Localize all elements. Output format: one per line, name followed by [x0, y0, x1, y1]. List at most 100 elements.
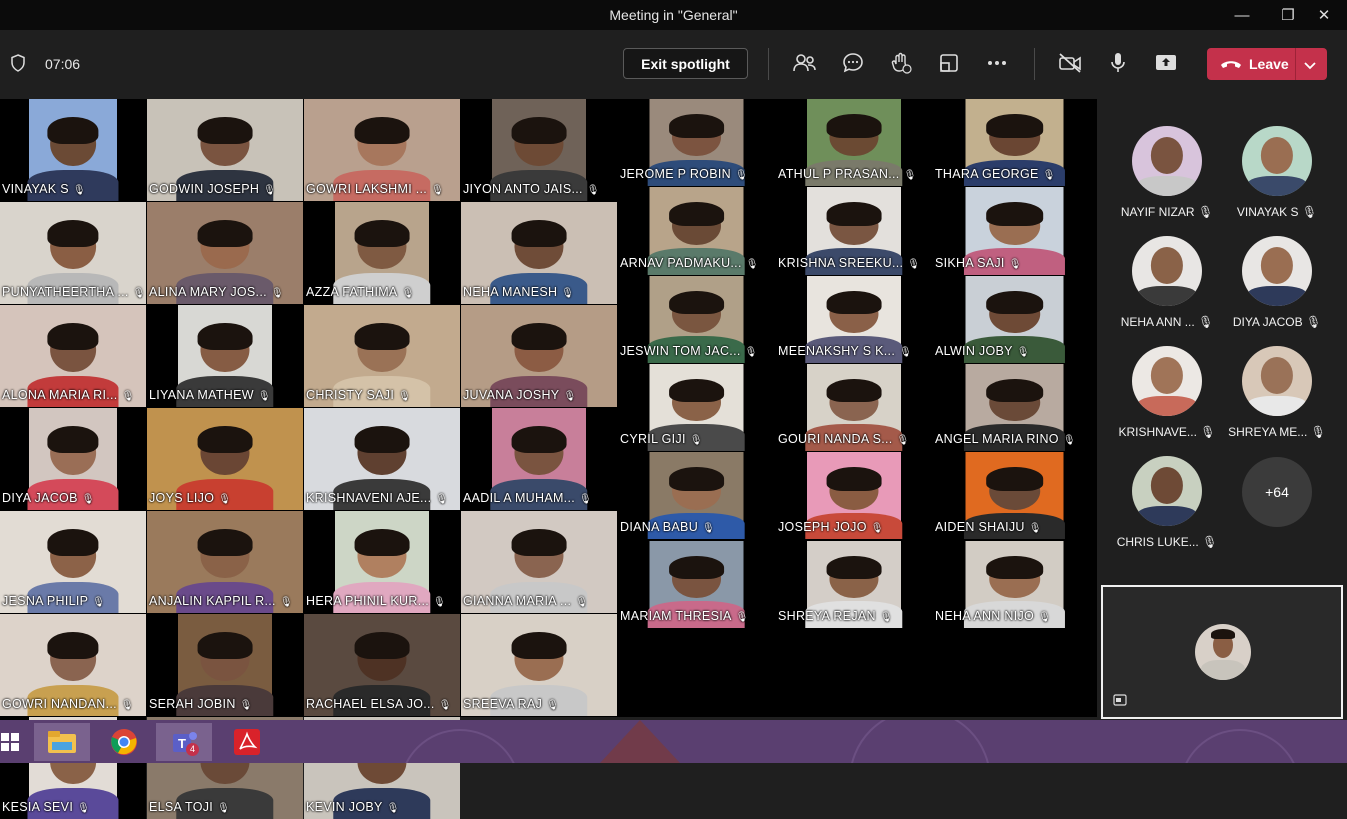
video-tile[interactable]: JOSEPH JOJO 🎙︎	[776, 452, 932, 540]
mic-off-icon: 🎙︎	[1200, 425, 1216, 439]
mic-off-icon: 🎙︎	[734, 170, 748, 182]
video-tile[interactable]: ALINA MARY JOS... 🎙︎	[147, 202, 303, 304]
share-screen-icon[interactable]	[1151, 48, 1181, 78]
exit-spotlight-button[interactable]: Exit spotlight	[623, 48, 748, 79]
participant-name-label: VINAYAK S 🎙︎	[0, 182, 86, 196]
participant-tile[interactable]: SHREYA ME... 🎙︎	[1222, 346, 1332, 439]
participant-tile[interactable]: KRISHNAVE... 🎙︎	[1112, 346, 1222, 439]
participant-name: ALINA MARY JOS...	[149, 285, 267, 299]
video-tile[interactable]: MARIAM THRESIA 🎙︎	[618, 540, 775, 628]
participant-name: JUVANA JOSHY	[463, 388, 560, 402]
video-tile[interactable]: GOURI NANDA S... 🎙︎	[776, 363, 932, 452]
video-tile[interactable]: DIYA JACOB 🎙︎	[0, 408, 146, 510]
video-tile[interactable]: JIYON ANTO JAIS... 🎙︎	[461, 99, 617, 201]
video-tile[interactable]: ATHUL P PRASAN... 🎙︎	[776, 99, 932, 187]
video-tile[interactable]: SHREYA REJAN 🎙︎	[776, 540, 932, 628]
video-tile[interactable]: AZZA FATHIMA 🎙︎	[304, 202, 460, 304]
video-tile[interactable]: CHRISTY SAJI 🎙︎	[304, 305, 460, 407]
video-tile[interactable]: NEHA MANESH 🎙︎	[461, 202, 617, 304]
participant-tile[interactable]: VINAYAK S 🎙︎	[1222, 126, 1332, 219]
file-explorer-icon[interactable]	[34, 723, 90, 761]
more-participants-button[interactable]: +64	[1242, 457, 1312, 527]
mic-off-icon: 🎙︎	[563, 391, 577, 402]
video-tile[interactable]: ARNAV PADMAKU... 🎙︎	[618, 187, 775, 275]
video-tile[interactable]: THARA GEORGE 🎙︎	[933, 99, 1096, 187]
video-tile[interactable]: JESNA PHILIP 🎙︎	[0, 511, 146, 613]
participants-icon[interactable]	[790, 48, 820, 78]
participant-tile[interactable]: NEHA ANN ... 🎙︎	[1112, 236, 1222, 329]
chat-icon[interactable]	[838, 48, 868, 78]
video-tile[interactable]: JEROME P ROBIN 🎙︎	[618, 99, 775, 187]
video-tile[interactable]: GIANNA MARIA ... 🎙︎	[461, 511, 617, 613]
leave-button[interactable]: Leave	[1207, 48, 1327, 80]
video-tile[interactable]: GOWRI LAKSHMI ... 🎙︎	[304, 99, 460, 201]
video-tile[interactable]: SERAH JOBIN 🎙︎	[147, 614, 303, 716]
participant-tile[interactable]: DIYA JACOB 🎙︎	[1222, 236, 1332, 329]
video-tile[interactable]: GOWRI NANDAN... 🎙︎	[0, 614, 146, 716]
chrome-icon[interactable]	[96, 723, 152, 761]
video-tile[interactable]: ANGEL MARIA RINO 🎙︎	[933, 363, 1096, 452]
participant-name: AIDEN SHAIJU	[935, 520, 1025, 535]
video-tile[interactable]: AIDEN SHAIJU 🎙︎	[933, 452, 1096, 540]
participant-name-label: KRISHNAVENI AJE... 🎙︎	[304, 491, 448, 505]
share-tray-icon[interactable]	[934, 48, 964, 78]
participant-tile[interactable]: NAYIF NIZAR 🎙︎	[1112, 126, 1222, 219]
video-tile[interactable]: SIKHA SAJI 🎙︎	[933, 187, 1096, 275]
video-tile[interactable]: AADIL A MUHAM... 🎙︎	[461, 408, 617, 510]
mic-off-icon: 🎙︎	[132, 288, 146, 299]
participant-name: SREEVA RAJ	[463, 697, 543, 711]
video-tile[interactable]: ALWIN JOBY 🎙︎	[933, 275, 1096, 363]
video-tile[interactable]: ALONA MARIA RI... 🎙︎	[0, 305, 146, 407]
participant-name: KESIA SEVI	[2, 800, 74, 814]
video-tile[interactable]: VINAYAK S 🎙︎	[0, 99, 146, 201]
mic-off-icon: 🎙︎	[386, 803, 400, 814]
video-tile[interactable]: GODWIN JOSEPH 🎙︎	[147, 99, 303, 201]
teams-icon[interactable]: T 4	[156, 723, 212, 761]
mic-off-icon: 🎙︎	[121, 391, 135, 402]
video-tile[interactable]: KRISHNA SREEKU... 🎙︎	[776, 187, 932, 275]
participant-name-label: SIKHA SAJI 🎙︎	[933, 256, 1022, 270]
video-tile[interactable]: JESWIN TOM JAC... 🎙︎	[618, 275, 775, 363]
video-tile[interactable]: MEENAKSHY S K... 🎙︎	[776, 275, 932, 363]
video-tile[interactable]: SREEVA RAJ 🎙︎	[461, 614, 617, 716]
participant-name-label: ATHUL P PRASAN... 🎙︎	[776, 167, 917, 181]
more-icon[interactable]	[982, 48, 1012, 78]
video-tile[interactable]: ANJALIN KAPPIL R... 🎙︎	[147, 511, 303, 613]
video-tile[interactable]: PUNYATHEERTHA ... 🎙︎	[0, 202, 146, 304]
chevron-down-icon[interactable]	[1303, 58, 1317, 76]
mic-icon[interactable]	[1103, 48, 1133, 78]
minimize-button[interactable]: —	[1219, 0, 1265, 30]
participant-name-label: MARIAM THRESIA 🎙︎	[618, 609, 749, 623]
close-window-button[interactable]: ✕	[1301, 0, 1347, 30]
video-tile[interactable]: CYRIL GIJI 🎙︎	[618, 363, 775, 452]
raise-hand-icon[interactable]	[886, 48, 916, 78]
mic-off-icon: 🎙︎	[1062, 435, 1076, 447]
camera-off-icon[interactable]	[1055, 48, 1085, 78]
self-view[interactable]	[1101, 585, 1343, 719]
mic-off-icon: 🎙︎	[1038, 611, 1052, 623]
participant-name: NAYIF NIZAR	[1120, 205, 1195, 219]
mic-off-icon: 🎙︎	[744, 346, 758, 358]
participant-name-label: JIYON ANTO JAIS... 🎙︎	[461, 182, 600, 196]
video-tile[interactable]: DIANA BABU 🎙︎	[618, 452, 775, 540]
participant-name: LIYANA MATHEW	[149, 388, 254, 402]
video-tile[interactable]: NEHA ANN NIJO 🎙︎	[933, 540, 1096, 628]
participant-tile[interactable]: CHRIS LUKE... 🎙︎	[1112, 456, 1222, 549]
mic-off-icon: 🎙︎	[735, 611, 749, 623]
video-tile[interactable]: JUVANA JOSHY 🎙︎	[461, 305, 617, 407]
participant-name-label: RACHAEL ELSA JO... 🎙︎	[304, 697, 452, 711]
mic-off-icon: 🎙︎	[398, 391, 412, 402]
video-tile[interactable]: LIYANA MATHEW 🎙︎	[147, 305, 303, 407]
video-tile[interactable]: RACHAEL ELSA JO... 🎙︎	[304, 614, 460, 716]
participant-name: DIANA BABU	[620, 520, 699, 535]
mic-off-icon: 🎙︎	[263, 185, 277, 196]
video-tile[interactable]: HERA PHINIL KUR... 🎙︎	[304, 511, 460, 613]
mic-off-icon: 🎙︎	[257, 391, 271, 402]
participant-name-label: KEVIN JOBY 🎙︎	[304, 800, 400, 814]
windows-start-icon[interactable]	[0, 723, 30, 761]
mic-off-icon: 🎙︎	[72, 185, 86, 196]
acrobat-icon[interactable]	[219, 723, 275, 761]
video-tile[interactable]: JOYS LIJO 🎙︎	[147, 408, 303, 510]
avatar	[1132, 126, 1202, 196]
video-tile[interactable]: KRISHNAVENI AJE... 🎙︎	[304, 408, 460, 510]
